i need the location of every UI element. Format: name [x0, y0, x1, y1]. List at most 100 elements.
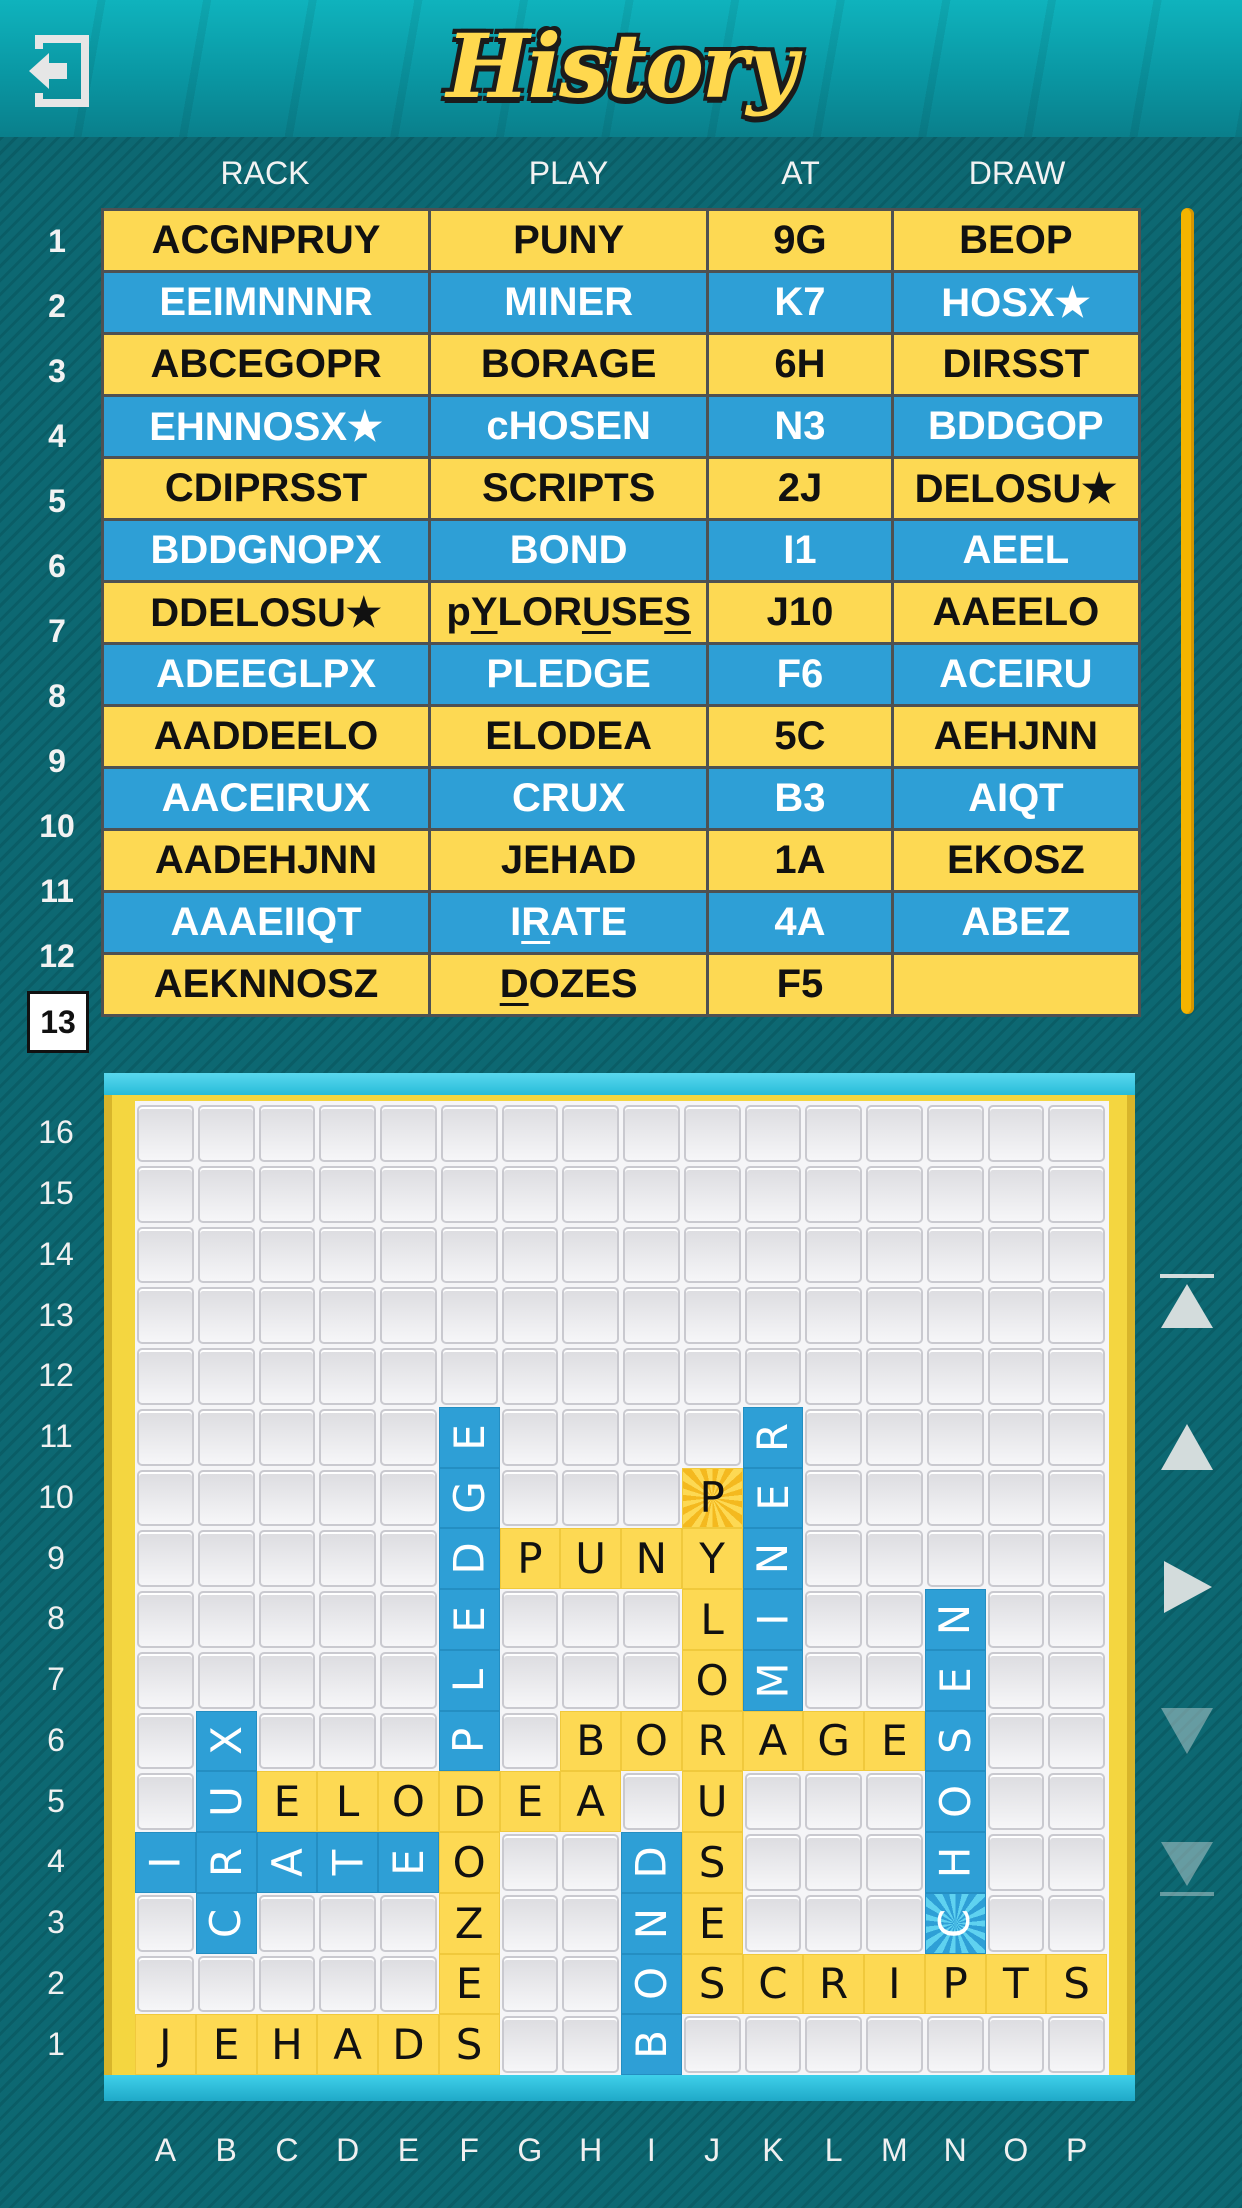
move-number: 3 [48, 353, 66, 389]
empty-square [501, 2016, 559, 2073]
tile-letter: G [817, 1716, 850, 1766]
history-row[interactable]: ABCEGOPR BORAGE 6H DIRSST [101, 335, 1141, 397]
empty-square [744, 1287, 802, 1344]
empty-square [866, 1469, 923, 1527]
tile-letter: C [201, 1908, 251, 1938]
play-letter: I [510, 900, 522, 944]
empty-square [501, 1712, 559, 1770]
previous-icon [1161, 1424, 1213, 1470]
move-number: 9 [48, 743, 66, 779]
tile-letter: O [930, 1785, 980, 1819]
history-row[interactable]: EEIMNNNR MINER K7 HOSX★ [101, 273, 1141, 335]
row-label: 10 [38, 1478, 74, 1515]
board-tile: I [864, 1953, 925, 2015]
empty-square [197, 1955, 255, 2013]
empty-square [744, 1105, 802, 1162]
board-tile: R [195, 1832, 257, 1893]
history-row[interactable]: EHNNOSX★ cHOSEN N3 BDDGOP [101, 397, 1141, 459]
empty-square [1048, 1287, 1105, 1344]
history-row[interactable]: BDDGNOPX BOND I1 AEEL [101, 521, 1141, 583]
empty-square [866, 1348, 923, 1405]
empty-square [501, 1287, 559, 1344]
board-tile: A [256, 1832, 318, 1893]
tile-letter: R [697, 1716, 727, 1766]
empty-square [926, 1348, 984, 1405]
history-row[interactable]: AEKNNOSZ DOZES F5 [101, 955, 1141, 1017]
play-letter: E [637, 590, 665, 634]
tile-letter: E [930, 1666, 980, 1694]
previous-button[interactable] [1158, 1418, 1216, 1478]
empty-square [137, 1408, 194, 1466]
board-tile: D [438, 1528, 500, 1589]
empty-square [380, 1894, 437, 1952]
at-cell: 2J [709, 459, 894, 518]
history-row[interactable]: AADDEELO ELODEA 5C AEHJNN [101, 707, 1141, 769]
history-row[interactable]: AADEHJNN JEHAD 1A EKOSZ [101, 831, 1141, 893]
board-tile: P [438, 1710, 500, 1772]
scrollbar[interactable] [1181, 208, 1194, 1014]
row-label: 9 [47, 1539, 65, 1576]
empty-square [866, 1651, 923, 1709]
tile-letter: A [758, 1716, 788, 1766]
rack-cell: AADDEELO [104, 707, 432, 766]
board-tile: C [742, 1953, 804, 2015]
empty-square [805, 1165, 862, 1223]
board-tile: E [256, 1771, 318, 1832]
play-button[interactable] [1158, 1557, 1216, 1617]
tile-letter: G [444, 1481, 494, 1515]
empty-square [1048, 1894, 1105, 1952]
empty-square [805, 1226, 862, 1284]
tile-letter: P [444, 1728, 494, 1754]
empty-square [623, 1105, 680, 1162]
history-row[interactable]: DDELOSU★ pYLORUSES J10 AAEELO [101, 583, 1141, 645]
empty-square [987, 1530, 1045, 1587]
empty-square [319, 1530, 376, 1587]
play-letter: D [499, 962, 529, 1006]
tile-letter: O [634, 1716, 668, 1766]
board-tile: M [742, 1649, 804, 1711]
empty-square [805, 1651, 862, 1709]
rack-cell: AACEIRUX [104, 769, 432, 828]
move-number: 12 [39, 938, 75, 974]
history-row[interactable]: AAAEIIQT IRATE 4A ABEZ [101, 893, 1141, 955]
empty-square [987, 1773, 1045, 1830]
empty-square [258, 1408, 316, 1466]
empty-square [805, 1408, 862, 1466]
tile-letter: I [140, 1856, 190, 1869]
at-cell: I1 [709, 521, 894, 580]
tile-letter: L [700, 1594, 724, 1644]
empty-square [562, 1894, 619, 1952]
at-cell: F6 [709, 645, 894, 704]
history-row[interactable]: CDIPRSST SCRIPTS 2J DELOSU★ [101, 459, 1141, 521]
history-row[interactable]: ADEEGLPX PLEDGE F6 ACEIRU [101, 645, 1141, 707]
tile-letter: C [758, 1959, 788, 2009]
frame-top-bar [104, 1073, 1135, 1095]
board-tile: E [864, 1710, 925, 1772]
tile-letter: D [444, 1542, 494, 1575]
empty-square [197, 1165, 255, 1223]
board-tile: C [924, 1892, 986, 1954]
empty-square [987, 1348, 1045, 1405]
empty-square [380, 1712, 437, 1770]
at-cell: 4A [709, 893, 894, 952]
empty-square [501, 1591, 559, 1648]
empty-square [866, 1530, 923, 1587]
skip-to-last-icon [1160, 1842, 1214, 1896]
skip-to-first-button[interactable] [1158, 1272, 1216, 1332]
play-cell: DOZES [431, 955, 710, 1014]
history-row[interactable]: ACGNPRUY PUNY 9G BEOP [101, 211, 1141, 273]
board-tile: O [621, 1710, 682, 1772]
column-label: J [704, 2132, 721, 2168]
row-label: 4 [47, 1843, 65, 1880]
empty-square [926, 1287, 984, 1344]
draw-cell: BDDGOP [894, 397, 1141, 456]
next-button[interactable] [1158, 1700, 1216, 1760]
tile-letter: B [576, 1716, 606, 1766]
history-row[interactable]: AACEIRUX CRUX B3 AIQT [101, 769, 1141, 831]
empty-square [744, 1773, 802, 1830]
skip-to-last-button[interactable] [1158, 1838, 1216, 1898]
empty-square [501, 1226, 559, 1284]
draw-cell: BEOP [894, 211, 1141, 270]
next-icon [1161, 1708, 1213, 1754]
empty-square [744, 1165, 802, 1223]
